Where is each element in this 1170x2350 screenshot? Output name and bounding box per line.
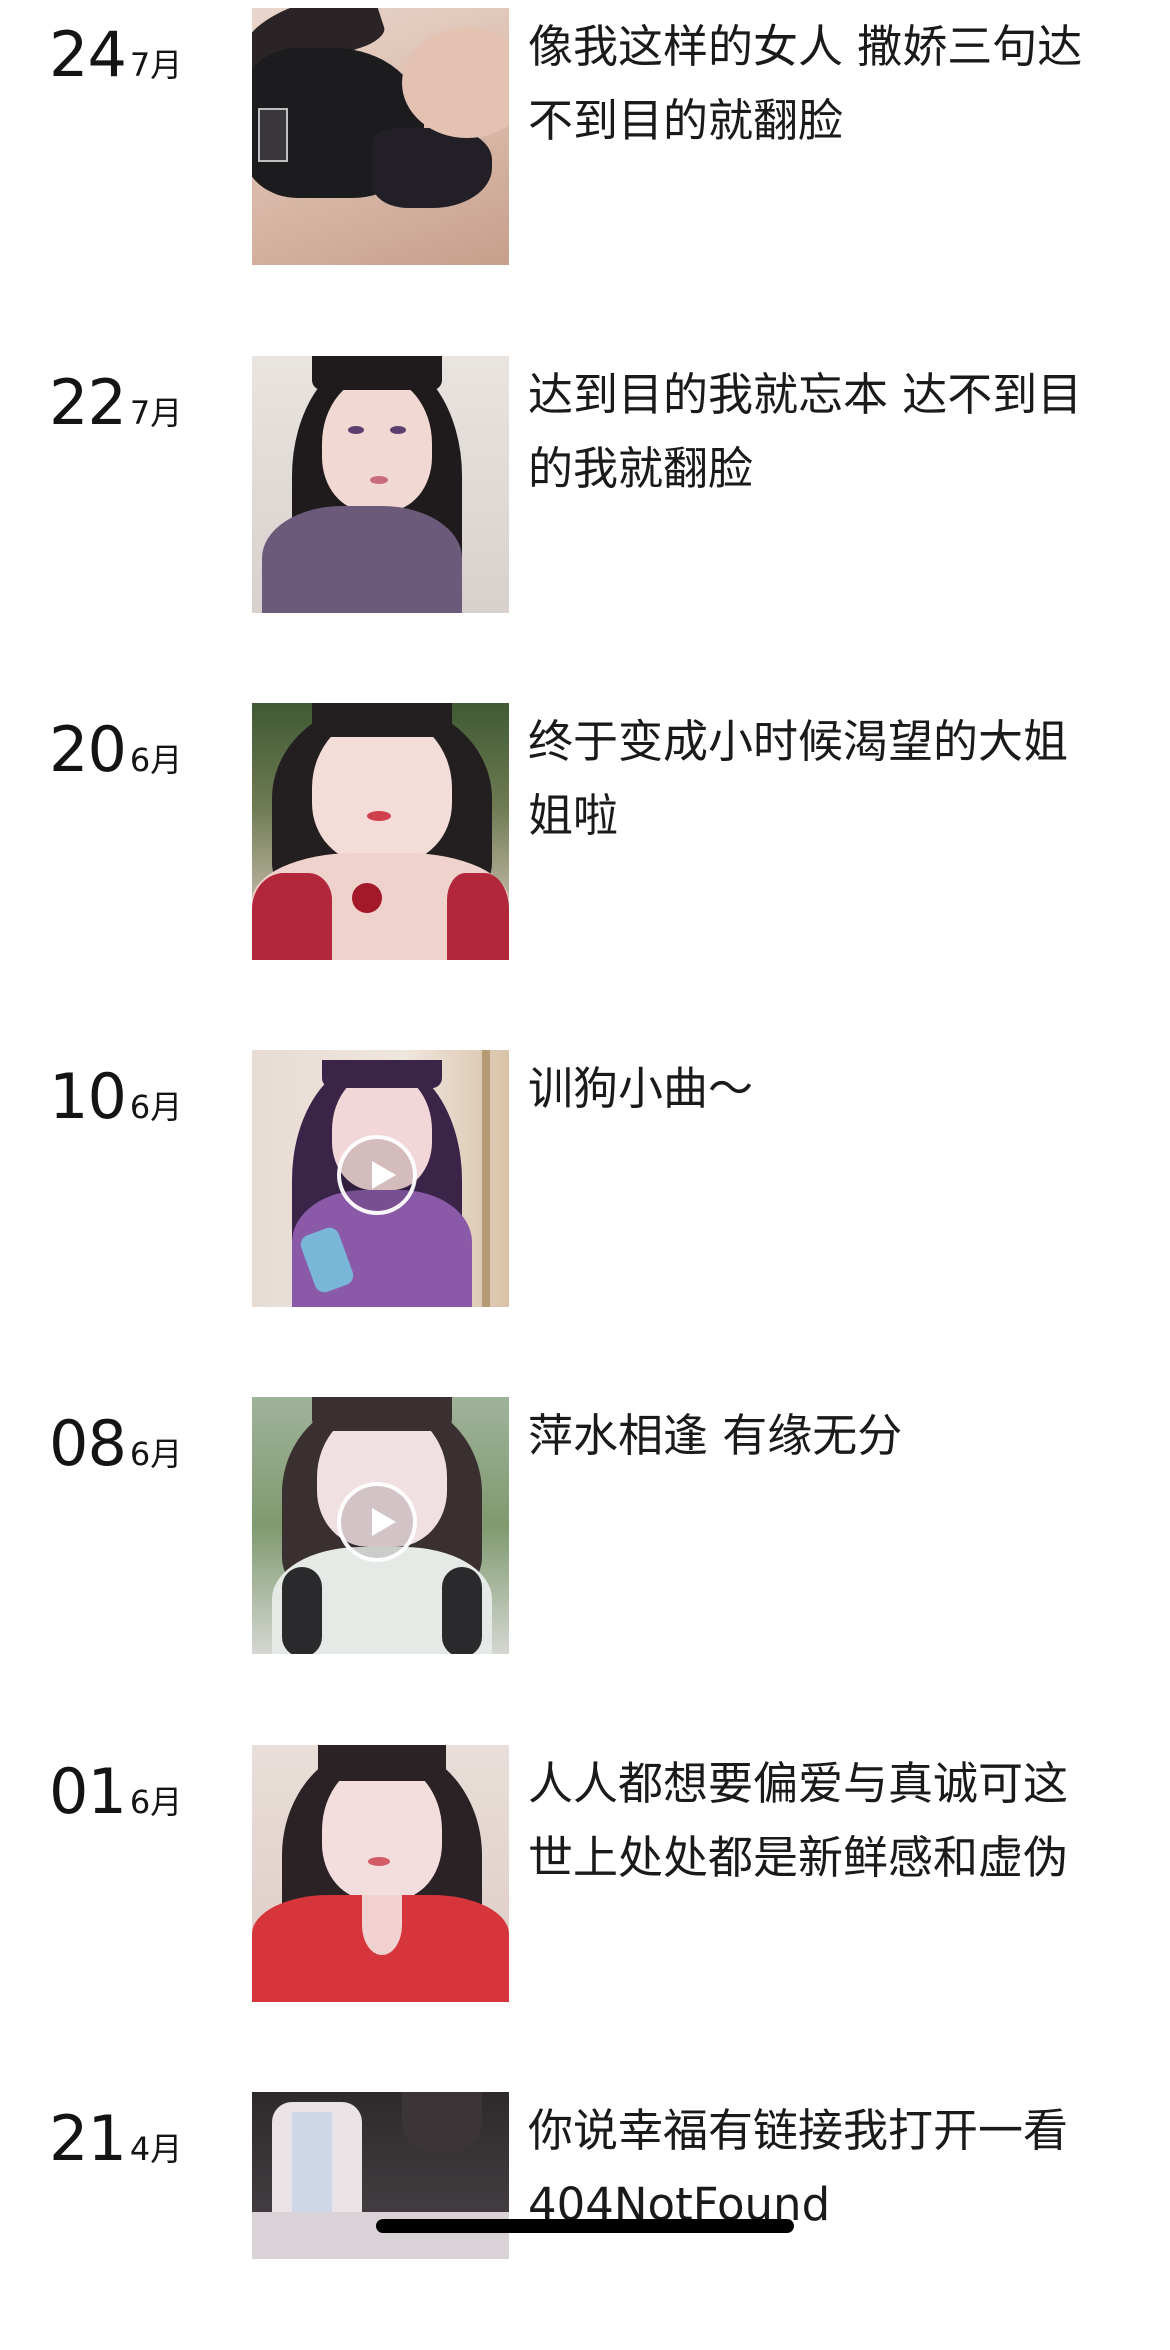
post-date: 24 7月 xyxy=(49,18,182,91)
home-indicator[interactable] xyxy=(376,2219,794,2233)
post-caption: 人人都想要偏爱与真诚可这世上处处都是新鲜感和虚伪 xyxy=(528,1757,1069,1884)
post-thumbnail[interactable] xyxy=(252,356,509,613)
post-caption: 达到目的我就忘本 达不到目的我就翻脸 xyxy=(528,368,1083,495)
post-month: 6月 xyxy=(129,1783,183,1821)
post-caption: 像我这样的女人 撒娇三句达不到目的就翻脸 xyxy=(528,20,1083,147)
post-date: 01 6月 xyxy=(49,1755,182,1828)
post-thumbnail[interactable] xyxy=(252,703,509,960)
post-thumbnail[interactable] xyxy=(252,2092,509,2259)
post-thumbnail[interactable] xyxy=(252,8,509,265)
post-month: 4月 xyxy=(129,2130,183,2168)
post-day: 21 xyxy=(49,2102,127,2175)
post-item[interactable]: 01 6月 人人都想要偏爱与真诚可这世上处处都是新鲜感和虚伪 xyxy=(0,1745,1170,2003)
post-caption: 训狗小曲～ xyxy=(528,1062,754,1115)
post-thumbnail[interactable] xyxy=(252,1050,509,1307)
post-caption: 终于变成小时候渴望的大姐姐啦 xyxy=(528,715,1069,842)
post-day: 24 xyxy=(49,18,127,91)
play-icon[interactable] xyxy=(337,1482,417,1562)
post-date: 20 6月 xyxy=(49,713,182,786)
post-item[interactable]: 24 7月 像我这样的女人 撒娇三句达不到目的就翻脸 xyxy=(0,8,1170,266)
post-month: 7月 xyxy=(129,46,183,84)
post-day: 20 xyxy=(49,713,127,786)
post-caption: 萍水相逢 有缘无分 xyxy=(528,1409,903,1462)
post-date: 22 7月 xyxy=(49,366,182,439)
post-day: 10 xyxy=(49,1060,127,1133)
post-month: 7月 xyxy=(129,394,183,432)
post-month: 6月 xyxy=(129,741,183,779)
post-thumbnail[interactable] xyxy=(252,1745,509,2002)
play-icon[interactable] xyxy=(337,1135,417,1215)
post-item[interactable]: 08 6月 萍水相逢 有缘无分 xyxy=(0,1397,1170,1655)
moments-feed: 24 7月 像我这样的女人 撒娇三句达不到目的就翻脸 22 7月 达到目的我就忘本 … xyxy=(0,0,1170,2259)
post-day: 01 xyxy=(49,1755,127,1828)
post-month: 6月 xyxy=(129,1088,183,1126)
post-date: 08 6月 xyxy=(49,1407,182,1480)
post-month: 6月 xyxy=(129,1435,183,1473)
post-thumbnail[interactable] xyxy=(252,1397,509,1654)
post-item[interactable]: 20 6月 终于变成小时候渴望的大姐姐啦 xyxy=(0,703,1170,961)
post-item[interactable]: 10 6月 训狗小曲～ xyxy=(0,1050,1170,1308)
post-day: 22 xyxy=(49,366,127,439)
post-day: 08 xyxy=(49,1407,127,1480)
post-date: 21 4月 xyxy=(49,2102,182,2175)
post-date: 10 6月 xyxy=(49,1060,182,1133)
post-item[interactable]: 22 7月 达到目的我就忘本 达不到目的我就翻脸 xyxy=(0,356,1170,614)
